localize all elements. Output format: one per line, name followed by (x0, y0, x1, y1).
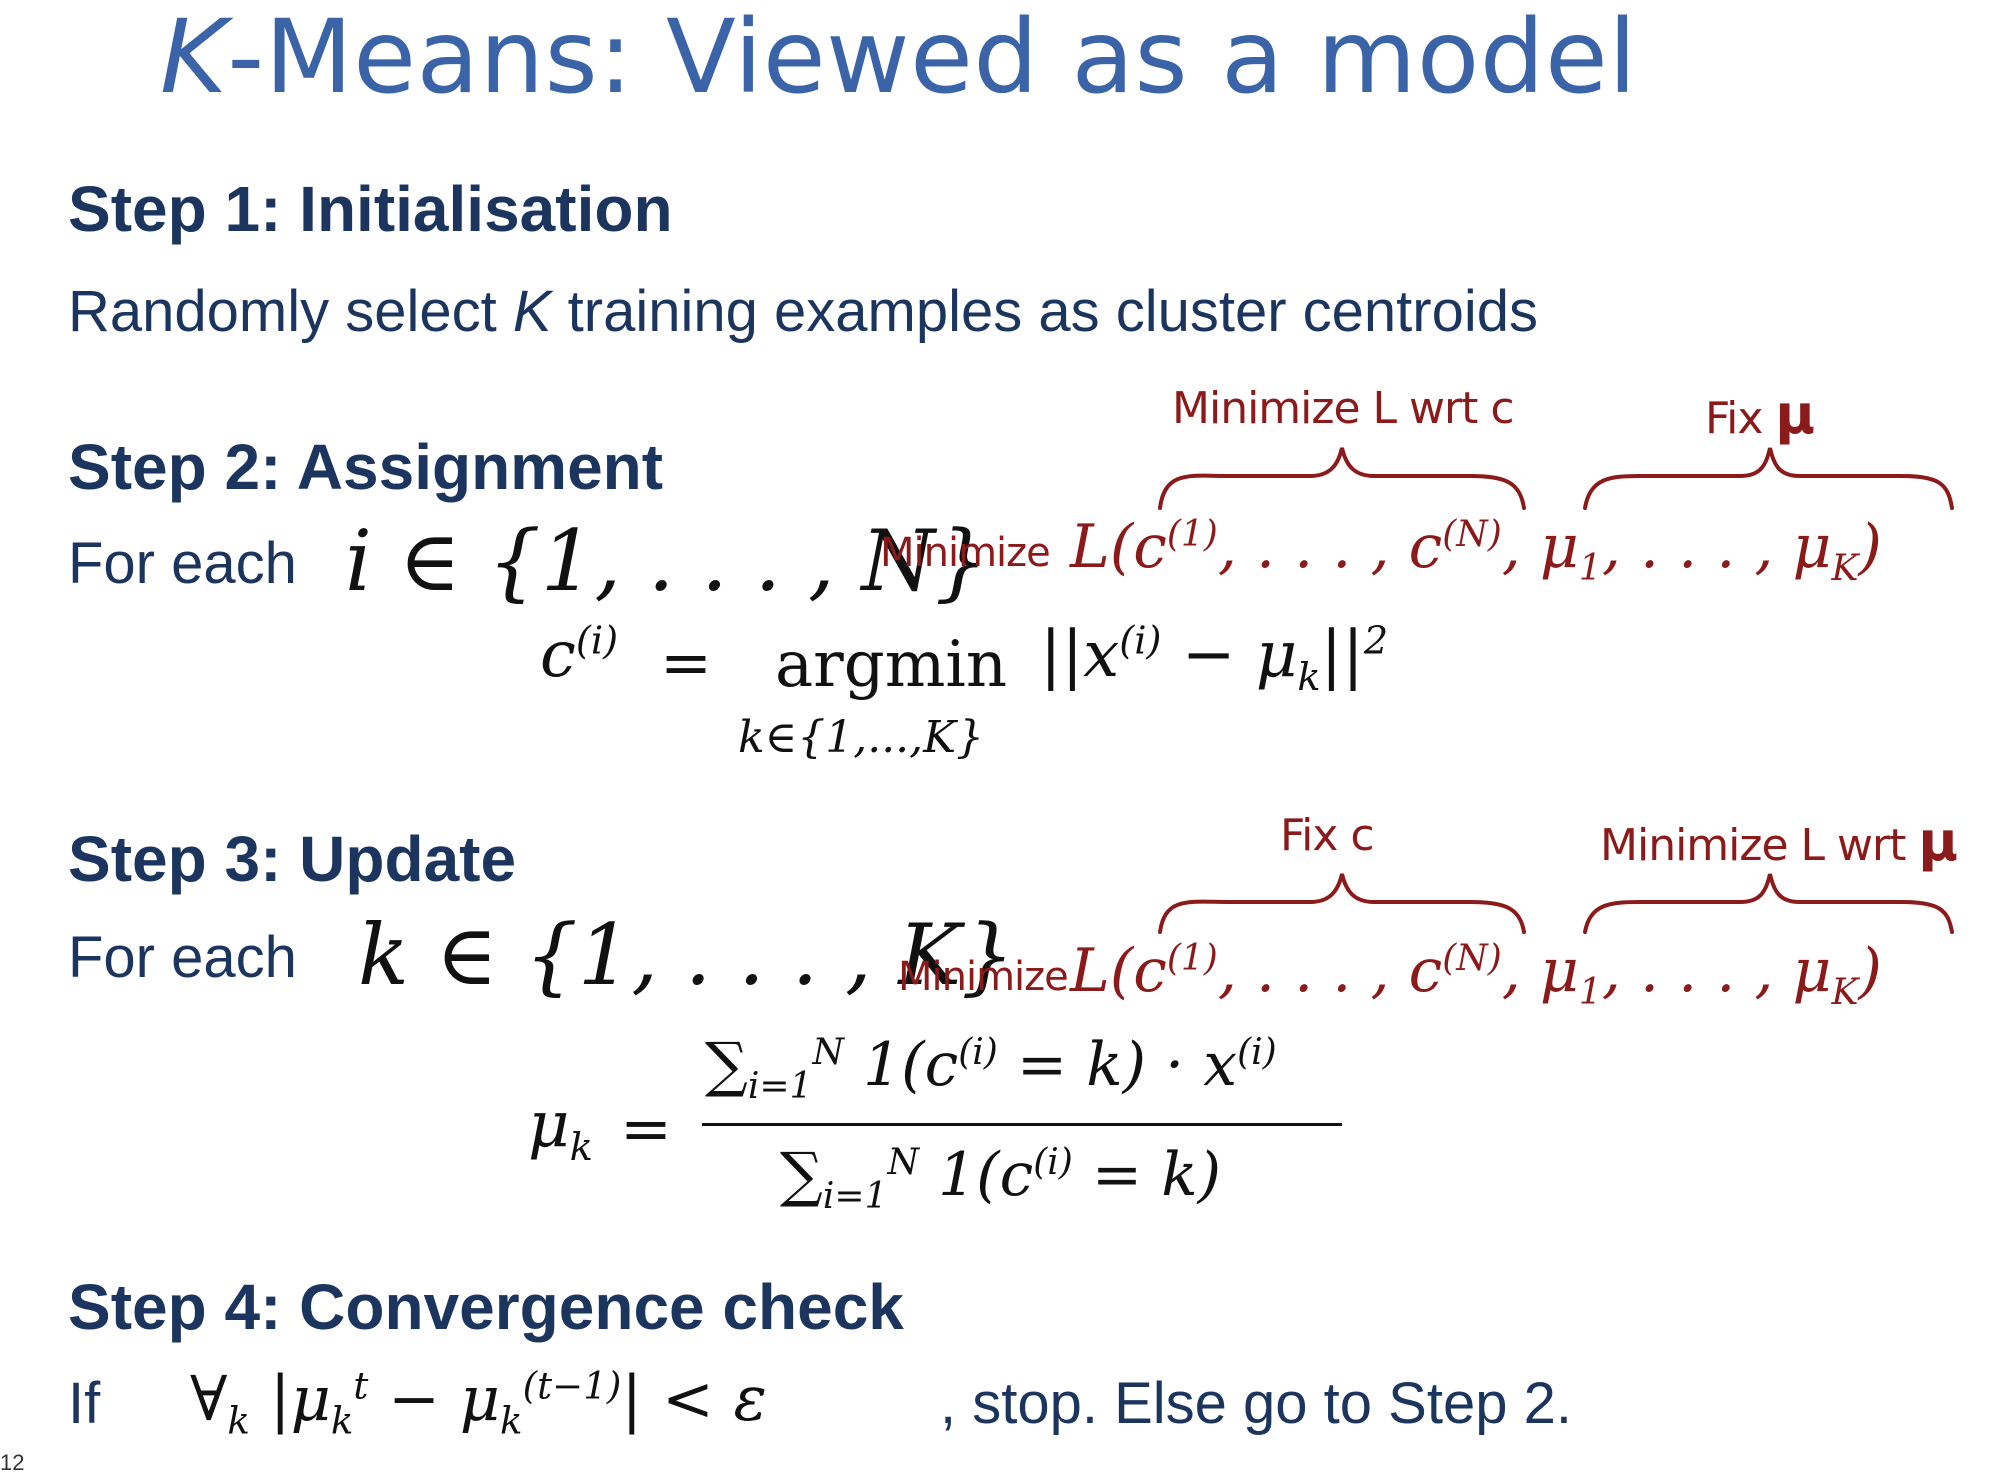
annotation-braces (1158, 447, 1954, 934)
brace-step2-c (1158, 447, 1526, 510)
brace-step2-mu (1583, 447, 1954, 510)
brace-step3-c (1158, 873, 1526, 934)
brace-step3-mu (1583, 873, 1954, 934)
